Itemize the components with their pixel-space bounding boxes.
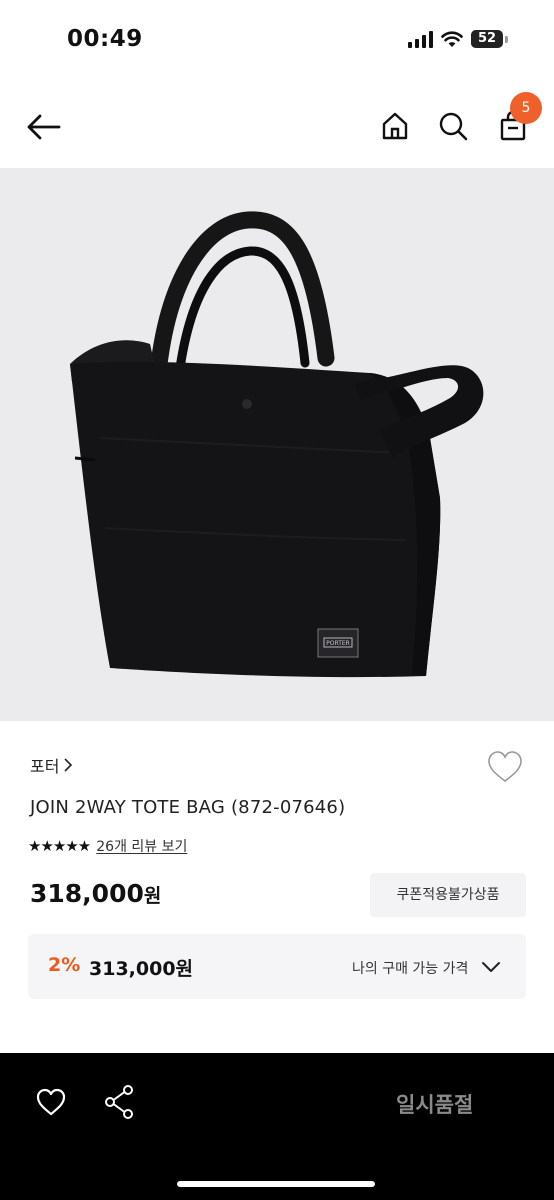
back-button[interactable] xyxy=(26,110,66,144)
status-bar: 00:49 52 xyxy=(0,0,554,84)
wishlist-button[interactable] xyxy=(486,750,524,784)
my-price-label: 나의 구매 가능 가격 xyxy=(352,961,469,977)
wifi-icon xyxy=(441,30,463,47)
share-button[interactable] xyxy=(103,1084,135,1120)
status-time: 00:49 xyxy=(67,26,143,52)
share-icon xyxy=(105,1085,133,1119)
home-button[interactable] xyxy=(377,108,413,144)
review-link[interactable]: 26개 리뷰 보기 xyxy=(96,836,187,856)
chevron-right-icon xyxy=(64,758,73,772)
battery-icon: 52 xyxy=(471,30,508,48)
discount-rate: 2% xyxy=(48,954,81,976)
brand-link[interactable]: 포터 xyxy=(30,753,73,777)
my-price: 313,000원 xyxy=(89,954,193,981)
my-price-unit: 원 xyxy=(175,958,194,980)
search-icon xyxy=(439,112,468,141)
heart-icon xyxy=(36,1088,66,1116)
home-indicator xyxy=(177,1181,375,1187)
battery-level: 52 xyxy=(477,31,497,46)
search-button[interactable] xyxy=(435,108,471,144)
status-icons: 52 xyxy=(408,30,508,48)
rating-stars: ★★★★★ xyxy=(28,837,91,855)
product-image[interactable]: PORTER xyxy=(0,168,554,721)
rating-row: ★★★★★ 26개 리뷰 보기 xyxy=(28,836,187,856)
arrow-left-icon xyxy=(27,114,61,140)
bottom-wishlist-button[interactable] xyxy=(35,1087,67,1119)
my-price-box[interactable]: 2% 313,000원 나의 구매 가능 가격 xyxy=(28,934,526,999)
product-name: JOIN 2WAY TOTE BAG (872-07646) xyxy=(30,797,346,818)
heart-icon xyxy=(488,751,522,783)
chevron-down-icon[interactable] xyxy=(480,956,502,978)
my-price-value: 313,000 xyxy=(89,958,176,980)
bottom-action-bar: 일시품절 xyxy=(0,1053,554,1200)
porter-label: PORTER xyxy=(326,640,350,647)
price-value: 318,000 xyxy=(30,879,144,908)
price-unit: 원 xyxy=(143,885,162,907)
brand-name: 포터 xyxy=(30,757,60,776)
top-nav xyxy=(0,84,554,168)
soldout-button[interactable]: 일시품절 xyxy=(396,1089,473,1119)
home-icon xyxy=(382,112,408,140)
coupon-status-badge: 쿠폰적용불가상품 xyxy=(370,873,526,917)
tote-bag-image: PORTER xyxy=(70,211,484,678)
product-price: 318,000원 xyxy=(30,879,161,908)
signal-icon xyxy=(408,30,433,48)
cart-count-badge: 5 xyxy=(510,92,542,124)
